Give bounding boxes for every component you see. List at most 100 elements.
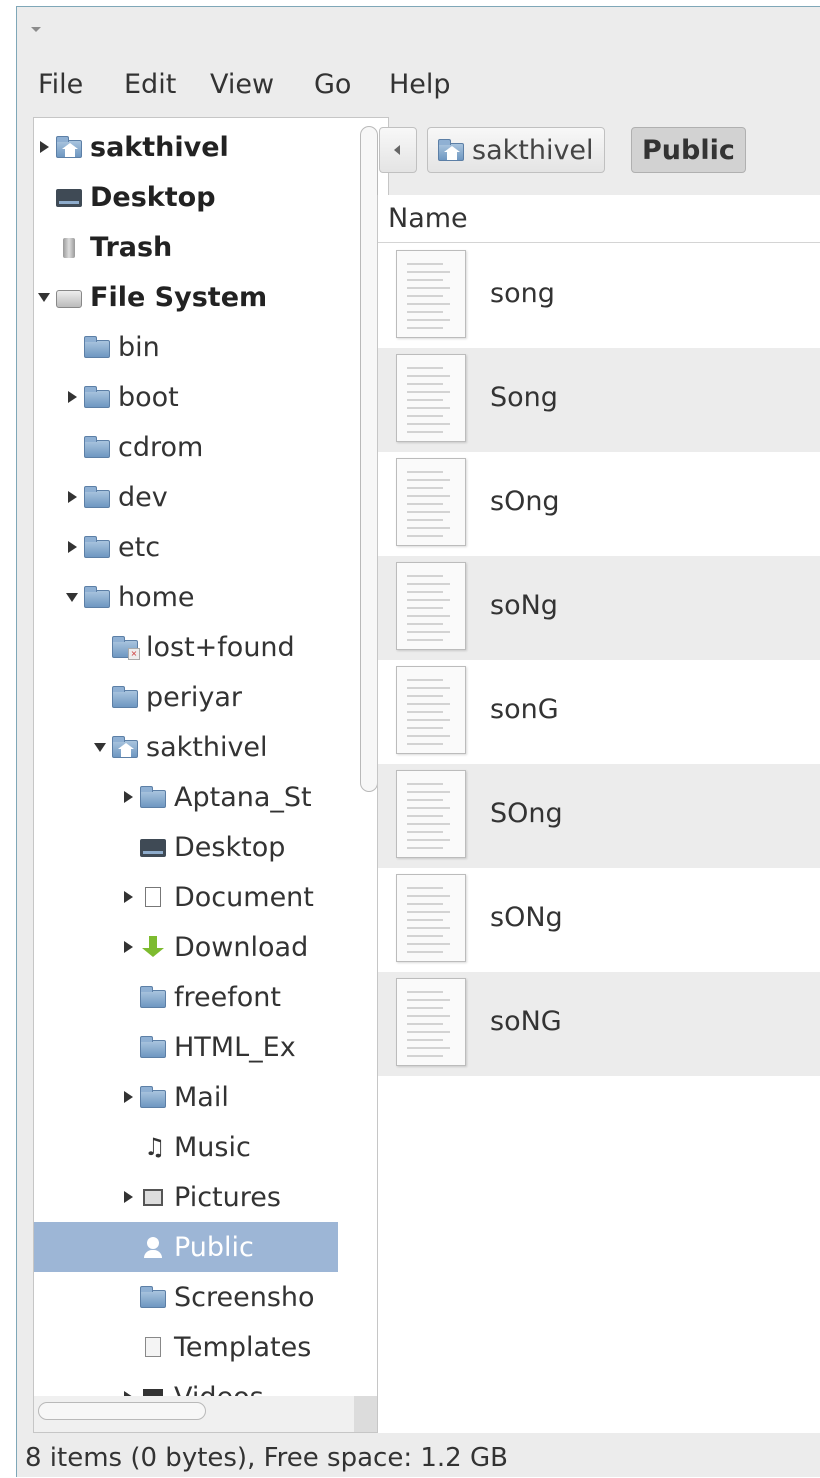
sidebar-item-label: Download: [174, 931, 309, 963]
file-name: SOng: [490, 798, 563, 829]
sidebar-item-sakthivel[interactable]: sakthivel: [34, 122, 338, 172]
expander-closed-icon[interactable]: [38, 140, 50, 154]
expander-open-icon[interactable]: [38, 290, 50, 304]
file-row[interactable]: song: [378, 244, 820, 348]
sidebar-item-freefont[interactable]: freefont: [34, 972, 338, 1022]
sidebar-item-label: Screensho: [174, 1281, 315, 1313]
sidebar-item-periyar[interactable]: periyar: [34, 672, 338, 722]
file-row[interactable]: SOng: [378, 764, 820, 868]
expander-closed-icon[interactable]: [122, 1190, 134, 1204]
home-folder-icon: [438, 139, 464, 161]
file-name: sOng: [490, 486, 560, 517]
sidebar-item-label: sakthivel: [146, 731, 268, 763]
folder-icon: [84, 336, 110, 358]
sidebar-item-label: Public: [174, 1231, 254, 1263]
menu-help[interactable]: Help: [389, 69, 451, 100]
sidebar-item-dev[interactable]: dev: [34, 472, 338, 522]
sidebar-item-mail[interactable]: Mail: [34, 1072, 338, 1122]
path-segment-label: sakthivel: [472, 134, 594, 166]
window-menu-arrow-icon[interactable]: [31, 27, 41, 32]
sidebar-item-music[interactable]: ♫ Music: [34, 1122, 338, 1172]
expander-closed-icon[interactable]: [66, 390, 78, 404]
folder-icon: [84, 486, 110, 508]
path-segment-sakthivel[interactable]: sakthivel: [427, 127, 605, 173]
home-folder-icon: [112, 736, 138, 758]
drive-icon: [56, 286, 82, 308]
expander-closed-icon[interactable]: [66, 540, 78, 554]
sidebar-horizontal-scroll-track: [34, 1396, 388, 1432]
menu-edit[interactable]: Edit: [124, 69, 176, 100]
pictures-icon: [140, 1186, 166, 1208]
sidebar-item-sakthivel[interactable]: sakthivel: [34, 722, 338, 772]
expander-closed-icon[interactable]: [122, 940, 134, 954]
file-name: song: [490, 278, 555, 309]
menu-go[interactable]: Go: [314, 69, 351, 100]
sidebar-item-lost-found[interactable]: × lost+found: [34, 622, 338, 672]
status-bar: 8 items (0 bytes), Free space: 1.2 GB: [25, 1442, 508, 1473]
file-name: sONg: [490, 902, 563, 933]
sidebar-item-pictures[interactable]: Pictures: [34, 1172, 338, 1222]
folder-icon: [140, 786, 166, 808]
file-row[interactable]: soNG: [378, 972, 820, 1076]
text-file-icon: [396, 978, 466, 1066]
public-icon: [140, 1236, 166, 1258]
file-row[interactable]: sONg: [378, 868, 820, 972]
path-segment-public[interactable]: Public: [631, 127, 746, 173]
sidebar-item-templates[interactable]: Templates: [34, 1322, 338, 1372]
sidebar-item-bin[interactable]: bin: [34, 322, 338, 372]
sidebar-item-cdrom[interactable]: cdrom: [34, 422, 338, 472]
sidebar-item-label: lost+found: [146, 631, 295, 663]
sidebar-item-aptana-st[interactable]: Aptana_St: [34, 772, 338, 822]
lost-found-icon: ×: [112, 636, 140, 660]
menu-view[interactable]: View: [210, 69, 274, 100]
expander-closed-icon[interactable]: [122, 790, 134, 804]
sidebar-item-screensho[interactable]: Screensho: [34, 1272, 338, 1322]
file-row[interactable]: Song: [378, 348, 820, 452]
expander-closed-icon[interactable]: [66, 490, 78, 504]
sidebar-item-home[interactable]: home: [34, 572, 338, 622]
column-header-name[interactable]: Name: [378, 195, 820, 243]
sidebar-item-desktop[interactable]: Desktop: [34, 822, 338, 872]
sidebar-item-boot[interactable]: boot: [34, 372, 338, 422]
file-row[interactable]: sonG: [378, 660, 820, 764]
sidebar-item-label: File System: [90, 281, 268, 313]
expander-closed-icon[interactable]: [122, 890, 134, 904]
sidebar-item-desktop[interactable]: Desktop: [34, 172, 338, 222]
path-segment-label: Public: [642, 134, 735, 166]
sidebar-item-document[interactable]: Document: [34, 872, 338, 922]
menu-file[interactable]: File: [38, 69, 83, 100]
desktop-icon: [140, 836, 166, 858]
text-file-icon: [396, 874, 466, 962]
sidebar-item-html-ex[interactable]: HTML_Ex: [34, 1022, 338, 1072]
sidebar-item-file-system[interactable]: File System: [34, 272, 338, 322]
text-file-icon: [396, 458, 466, 546]
text-file-icon: [396, 250, 466, 338]
expander-closed-icon[interactable]: [122, 1090, 134, 1104]
file-row[interactable]: soNg: [378, 556, 820, 660]
home-folder-icon: [56, 136, 82, 158]
sidebar-item-label: Document: [174, 881, 314, 913]
sidebar-vertical-scrollbar[interactable]: [360, 126, 378, 792]
sidebar-item-trash[interactable]: Trash: [34, 222, 338, 272]
sidebar-item-public[interactable]: Public: [34, 1222, 338, 1272]
sidebar-item-label: freefont: [174, 981, 281, 1013]
path-scroll-left-button[interactable]: [379, 127, 417, 173]
file-row[interactable]: sOng: [378, 452, 820, 556]
sidebar-item-label: Desktop: [174, 831, 286, 863]
file-name: sonG: [490, 694, 559, 725]
expander-open-icon[interactable]: [66, 590, 78, 604]
desktop-icon: [56, 186, 82, 208]
folder-icon: [84, 536, 110, 558]
sidebar-horizontal-scrollbar[interactable]: [38, 1402, 206, 1420]
expander-open-icon[interactable]: [94, 740, 106, 754]
file-name: soNG: [490, 1006, 562, 1037]
sidebar-item-download[interactable]: Download: [34, 922, 338, 972]
sidebar-item-etc[interactable]: etc: [34, 522, 338, 572]
